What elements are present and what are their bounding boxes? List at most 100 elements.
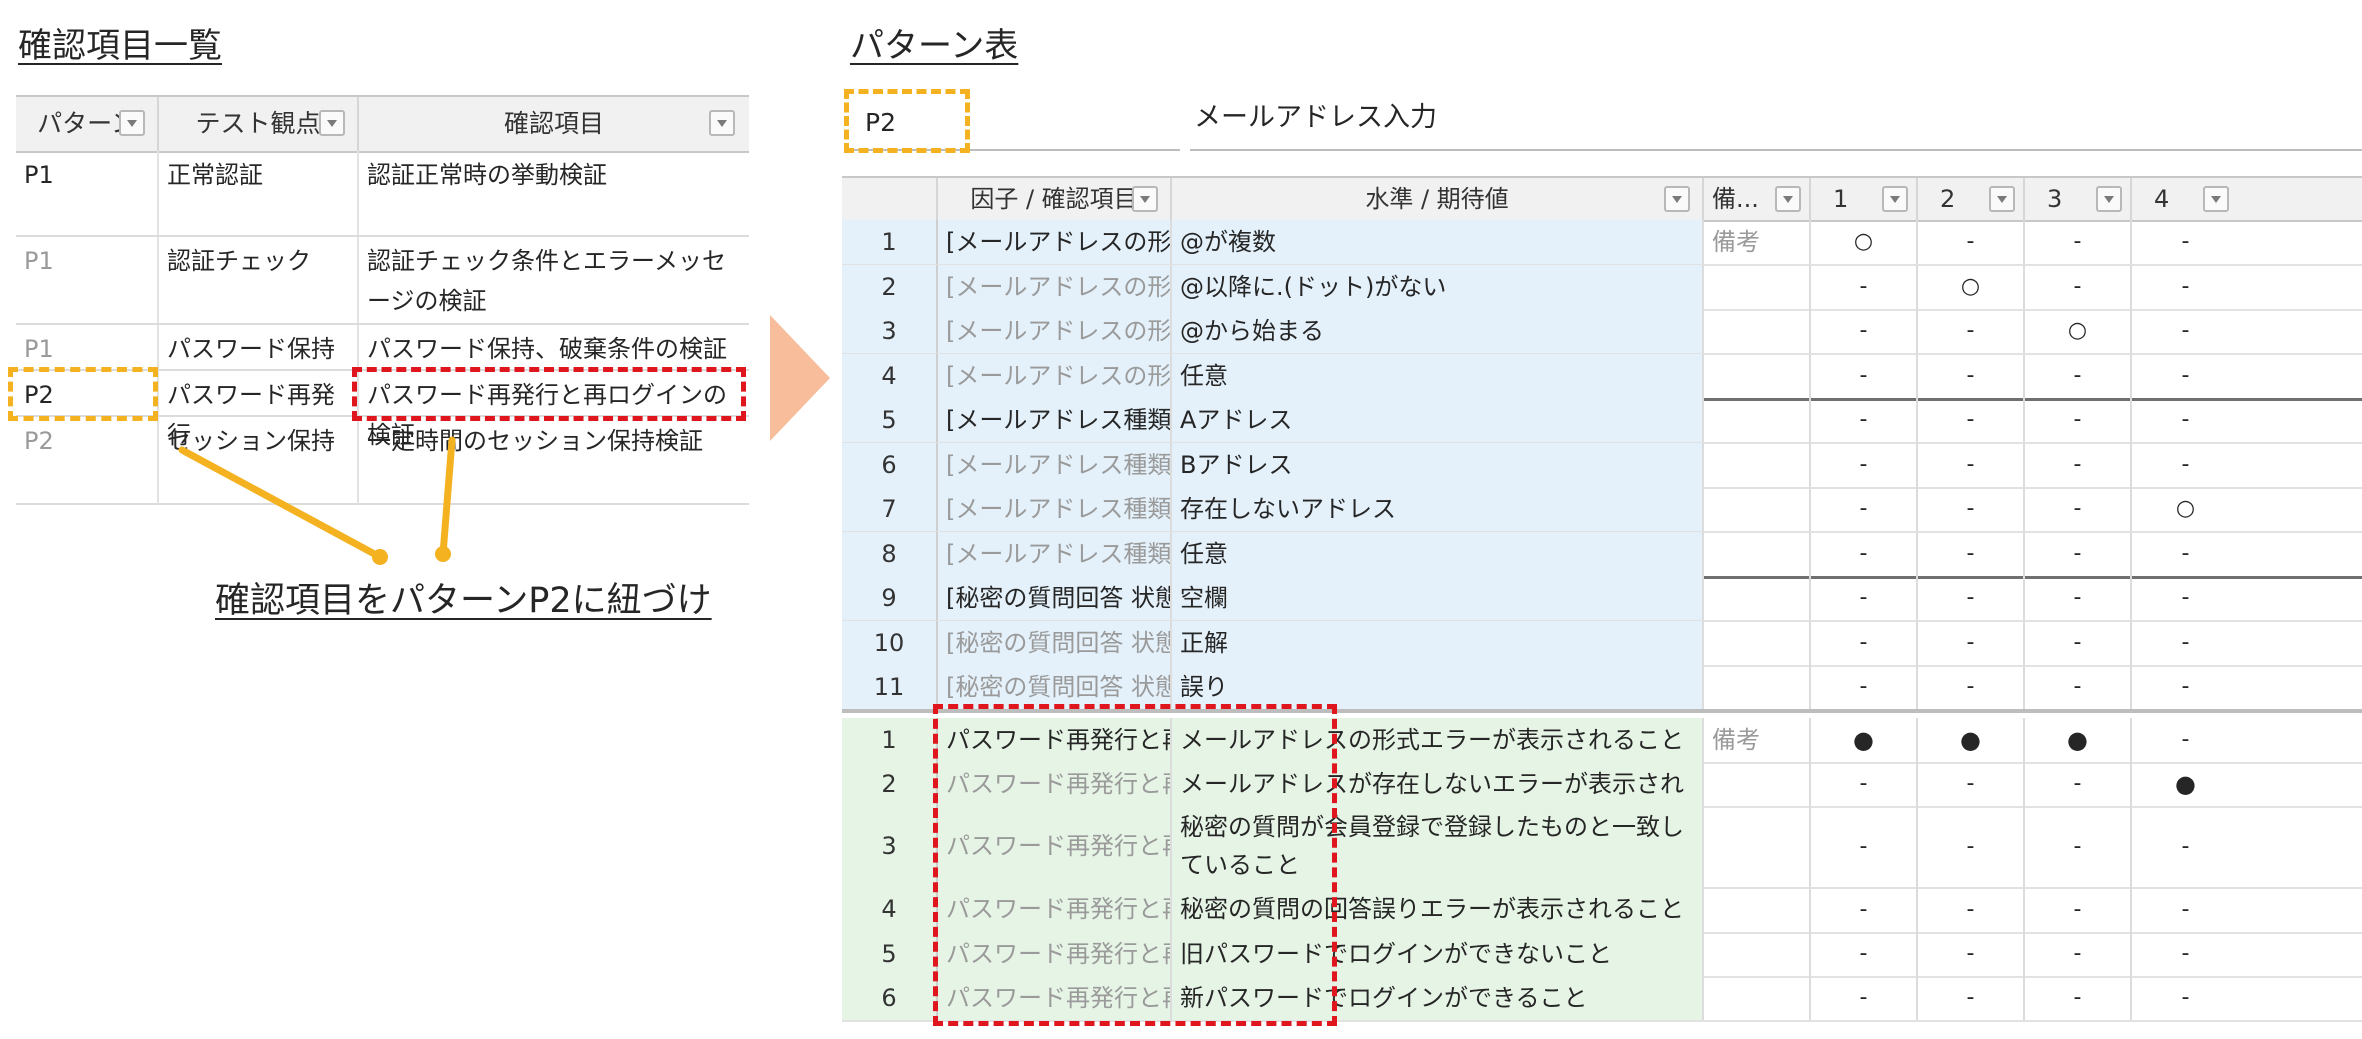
header-pattern-2[interactable]: 2 <box>1918 178 2025 220</box>
pattern-cell[interactable]: - <box>2132 718 2239 762</box>
pattern-cell[interactable]: - <box>1811 976 1918 1020</box>
pattern-cell[interactable]: - <box>1811 621 1918 665</box>
pattern-cell[interactable]: ● <box>2025 718 2132 762</box>
factor-row[interactable]: 6 [メールアドレス種類] Bアドレス - - - - <box>842 443 2362 489</box>
pattern-cell[interactable]: ● <box>1811 718 1918 762</box>
pattern-cell[interactable]: ● <box>2132 762 2239 806</box>
pattern-cell[interactable]: - <box>1918 309 2025 353</box>
factor-row[interactable]: 8 [メールアドレス種類] 任意 - - - - <box>842 532 2362 579</box>
header-aspect[interactable]: テスト観点 <box>159 97 359 151</box>
header-pattern[interactable]: パターン <box>16 97 159 151</box>
filter-icon[interactable] <box>1775 186 1801 212</box>
pattern-cell[interactable]: - <box>2025 665 2132 709</box>
pattern-cell[interactable]: - <box>2132 932 2239 976</box>
factor-row[interactable]: 10 [秘密の質問回答 状態] 正解 - - - - <box>842 621 2362 667</box>
pattern-cell[interactable]: - <box>2025 487 2132 531</box>
header-item[interactable]: 確認項目 <box>359 97 749 151</box>
pattern-cell[interactable]: - <box>1811 354 1918 398</box>
pattern-cell[interactable]: - <box>1918 487 2025 531</box>
factor-row[interactable]: 9 [秘密の質問回答 状態] 空欄 - - - - <box>842 576 2362 622</box>
header-remarks[interactable]: 備... <box>1704 178 1811 220</box>
filter-icon[interactable] <box>2096 186 2122 212</box>
pattern-cell[interactable]: - <box>1918 932 2025 976</box>
pattern-cell[interactable]: - <box>2025 976 2132 1020</box>
factor-row[interactable]: 2[メールアドレスの形式種別]@以降に.(ドット)がない - ○ - - <box>842 265 2362 311</box>
factor-row[interactable]: 7 [メールアドレス種類] 存在しないアドレス - - - ○ <box>842 487 2362 533</box>
pattern-cell[interactable]: - <box>2025 532 2132 576</box>
pattern-cell[interactable]: - <box>2025 621 2132 665</box>
pattern-cell[interactable]: - <box>1918 220 2025 264</box>
pattern-cell[interactable]: - <box>2132 621 2239 665</box>
pattern-cell[interactable]: - <box>1918 398 2025 442</box>
pattern-cell[interactable]: - <box>1811 932 1918 976</box>
pattern-cell[interactable]: - <box>1918 354 2025 398</box>
filter-icon[interactable] <box>319 110 345 136</box>
pattern-cell[interactable]: - <box>2025 887 2132 932</box>
pattern-cell[interactable]: - <box>1811 665 1918 709</box>
pattern-cell[interactable]: - <box>1811 532 1918 576</box>
header-pattern-4[interactable]: 4 <box>2132 178 2239 220</box>
pattern-cell[interactable]: - <box>1811 487 1918 531</box>
filter-icon[interactable] <box>1882 186 1908 212</box>
pattern-cell[interactable]: - <box>2025 354 2132 398</box>
pattern-name-field[interactable]: メールアドレス入力 <box>1190 95 2362 151</box>
pattern-cell[interactable]: - <box>2025 220 2132 264</box>
pattern-cell[interactable]: - <box>2132 806 2239 887</box>
factor-row[interactable]: 3[メールアドレスの形式種別]@から始まる - - ○ - <box>842 309 2362 355</box>
pattern-cell[interactable]: - <box>1918 762 2025 806</box>
pattern-cell[interactable]: ● <box>1918 718 2025 762</box>
pattern-cell[interactable]: ○ <box>1918 265 2025 309</box>
pattern-cell[interactable]: - <box>2132 398 2239 442</box>
pattern-cell[interactable]: - <box>2025 443 2132 487</box>
pattern-cell[interactable]: - <box>2025 762 2132 806</box>
pattern-cell[interactable]: - <box>1918 806 2025 887</box>
list-row[interactable]: P1 正常認証 認証正常時の挙動検証 <box>16 151 749 237</box>
filter-icon[interactable] <box>119 110 145 136</box>
pattern-cell[interactable]: - <box>2025 932 2132 976</box>
pattern-cell[interactable]: - <box>1918 443 2025 487</box>
list-row[interactable]: P1 認証チェック 認証チェック条件とエラーメッセージの検証 <box>16 237 749 325</box>
factor-row[interactable]: 5 [メールアドレス種類] Aアドレス - - - - <box>842 398 2362 444</box>
pattern-cell[interactable]: - <box>1918 665 2025 709</box>
filter-icon[interactable] <box>1989 186 2015 212</box>
header-pattern-3[interactable]: 3 <box>2025 178 2132 220</box>
pattern-cell[interactable]: - <box>1811 265 1918 309</box>
pattern-cell[interactable]: - <box>1918 621 2025 665</box>
list-row[interactable]: P1 パスワード保持 パスワード保持、破棄条件の検証 <box>16 325 749 371</box>
header-level[interactable]: 水準 / 期待値 <box>1172 178 1704 220</box>
pattern-cell[interactable]: - <box>2025 265 2132 309</box>
header-factor[interactable]: 因子 / 確認項目 <box>938 178 1172 220</box>
pattern-cell[interactable]: - <box>2132 665 2239 709</box>
pattern-cell[interactable]: ○ <box>1811 220 1918 264</box>
pattern-cell[interactable]: - <box>1811 576 1918 620</box>
filter-icon[interactable] <box>2203 186 2229 212</box>
pattern-cell[interactable]: - <box>2132 976 2239 1020</box>
pattern-cell[interactable]: - <box>1811 762 1918 806</box>
header-pattern-1[interactable]: 1 <box>1811 178 1918 220</box>
factor-row[interactable]: 4[メールアドレスの形式種別]任意 - - - - <box>842 354 2362 401</box>
pattern-cell[interactable]: - <box>2132 887 2239 932</box>
pattern-cell[interactable]: - <box>1918 976 2025 1020</box>
pattern-cell[interactable]: - <box>2025 806 2132 887</box>
pattern-cell[interactable]: - <box>2132 576 2239 620</box>
pattern-cell[interactable]: - <box>1811 309 1918 353</box>
pattern-cell[interactable]: - <box>2025 576 2132 620</box>
filter-icon[interactable] <box>1664 186 1690 212</box>
pattern-cell[interactable]: ○ <box>2132 487 2239 531</box>
pattern-cell[interactable]: - <box>1811 887 1918 932</box>
pattern-cell[interactable]: - <box>2132 532 2239 576</box>
filter-icon[interactable] <box>709 110 735 136</box>
filter-icon[interactable] <box>1132 186 1158 212</box>
pattern-cell[interactable]: - <box>1811 806 1918 887</box>
pattern-cell[interactable]: ○ <box>2025 309 2132 353</box>
pattern-cell[interactable]: - <box>2132 309 2239 353</box>
pattern-cell[interactable]: - <box>2025 398 2132 442</box>
pattern-cell[interactable]: - <box>2132 443 2239 487</box>
pattern-cell[interactable]: - <box>2132 220 2239 264</box>
pattern-cell[interactable]: - <box>1918 576 2025 620</box>
pattern-cell[interactable]: - <box>1918 887 2025 932</box>
pattern-cell[interactable]: - <box>1811 443 1918 487</box>
pattern-cell[interactable]: - <box>1811 398 1918 442</box>
factor-row[interactable]: 1[メールアドレスの形式種別]@が複数備考 ○ - - - <box>842 220 2362 266</box>
pattern-cell[interactable]: - <box>2132 354 2239 398</box>
